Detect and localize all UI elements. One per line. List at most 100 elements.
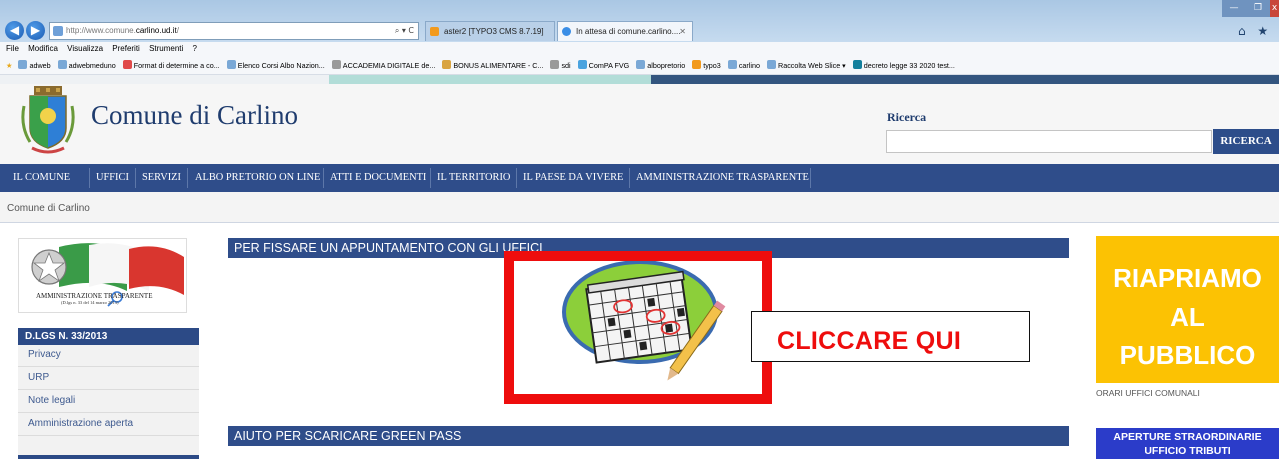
typo3-icon [692,60,702,69]
favorite-link[interactable]: Format di determine a co... [122,56,220,74]
banner-blue-line: APERTURE STRAORDINARIE [1113,431,1262,443]
cta-label[interactable]: CLICCARE QUI [777,327,961,356]
address-controls[interactable]: ⌕ ▾ C [395,23,414,39]
appointment-link-frame[interactable] [504,251,772,404]
favorite-link[interactable]: adwebmeduno [57,56,116,74]
sidebar-item-amministrazione-aperta[interactable]: Amministrazione aperta [18,414,199,436]
nav-separator [516,168,517,188]
banner-line: RIAPRIAMO [1113,263,1262,293]
maximize-button[interactable]: ❐ [1246,0,1270,17]
progress-segment [329,75,651,84]
page-icon [331,60,341,69]
search-button[interactable]: RICERCA [1213,129,1279,154]
bing-icon [852,60,862,69]
sidebar-item-note-legali[interactable]: Note legali [18,391,199,413]
favorite-link[interactable]: typo3 [692,56,721,74]
page-icon [57,60,67,69]
tab-typo3[interactable]: aster2 [TYPO3 CMS 8.7.19] [425,21,555,41]
page-icon [122,60,132,69]
section-green-pass-title: AIUTO PER SCARICARE GREEN PASS [228,426,1069,446]
tab-carlino[interactable]: In attesa di comune.carlino.... ✕ [557,21,693,41]
menu-help[interactable]: ? [193,44,197,53]
page-icon [550,60,560,69]
nav-il-territorio[interactable]: IL TERRITORIO [437,164,510,192]
banner-line: PUBBLICO [1119,340,1256,370]
typo3-icon [430,27,439,36]
nav-separator [430,168,431,188]
nav-separator [187,168,188,188]
ie-icon [636,60,646,69]
menu-strumenti[interactable]: Strumenti [149,44,183,53]
nav-separator [810,168,811,188]
favorite-link[interactable]: BONUS ALIMENTARE - C... [442,56,543,74]
progress-segment [651,75,1279,84]
nav-separator [135,168,136,188]
sidebar-item-privacy[interactable]: Privacy [18,345,199,367]
favorite-link[interactable]: Elenco Corsi Albo Nazion... [226,56,325,74]
nav-separator [89,168,90,188]
favorites-star-icon[interactable]: ★ [6,61,12,70]
favorite-link[interactable]: ACCADEMIA DIGITALE de... [331,56,435,74]
menu-preferiti[interactable]: Preferiti [112,44,140,53]
favorite-link[interactable]: ComPA FVG [577,56,629,74]
address-bar[interactable]: http://www.comune.carlino.ud.it/ ⌕ ▾ C [49,22,419,40]
sidebar-links: Privacy URP Note legali Amministrazione … [18,345,199,459]
nav-servizi[interactable]: SERVIZI [142,164,181,192]
menu-file[interactable]: File [6,44,19,53]
site-title[interactable]: Comune di Carlino [91,100,298,131]
page-icon [18,60,28,69]
web-slice-icon [767,60,776,69]
nav-separator [629,168,630,188]
tab-label: aster2 [TYPO3 CMS 8.7.19] [444,27,544,36]
favorite-link[interactable]: sdi [550,56,571,74]
favorite-link[interactable]: albopretorio [636,56,685,74]
ie-page-icon [53,26,63,36]
aperture-straordinarie-banner[interactable]: APERTURE STRAORDINARIE UFFICIO TRIBUTI [1096,428,1279,459]
page-icon [577,60,587,69]
search-input[interactable] [886,130,1212,153]
menu-visualizza[interactable]: Visualizza [67,44,103,53]
ie-icon [727,60,737,69]
back-button[interactable]: ◀ [5,21,24,40]
minimize-button[interactable]: — [1222,0,1246,17]
page-loading-progress [0,75,1279,84]
nav-uffici[interactable]: UFFICI [96,164,129,192]
at-logo-subtext: (D.lgs n. 33 del 14 marzo 2013) [61,300,119,305]
favorite-link[interactable]: adweb [18,56,51,74]
nav-albo-pretorio[interactable]: ALBO PRETORIO ON LINE [195,164,320,192]
nav-il-comune[interactable]: IL COMUNE [13,164,70,192]
nav-amministrazione-trasparente[interactable]: AMMINISTRAZIONE TRASPARENTE [636,164,809,192]
orari-uffici-link[interactable]: ORARI UFFICI COMUNALI [1096,388,1200,398]
favorite-link[interactable]: carlino [727,56,760,74]
banner-blue-line: UFFICIO TRIBUTI [1144,445,1231,457]
arrow-left-icon: ◀ [9,23,20,37]
search-label: Ricerca [887,110,927,124]
close-window-button[interactable]: x [1270,0,1279,17]
coat-of-arms-icon[interactable] [20,86,76,156]
favorites-bar: ★ adweb adwebmeduno Format di determine … [0,56,1279,75]
address-prefix: http://www.comune. [66,26,136,35]
arrow-right-icon: ▶ [30,23,41,37]
favorite-link[interactable]: decreto legge 33 2020 test... [852,56,955,74]
dlgs-section-title: D.LGS N. 33/2013 [18,328,199,345]
nav-paese-da-vivere[interactable]: IL PAESE DA VIVERE [523,164,623,192]
at-logo-text: AMMINISTRAZIONE TRASPARENTE [36,292,153,300]
nav-atti-documenti[interactable]: ATTI E DOCUMENTI [330,164,426,192]
nav-separator [323,168,324,188]
breadcrumb[interactable]: Comune di Carlino [0,192,1279,223]
close-tab-icon[interactable]: ✕ [679,22,686,41]
forward-button[interactable]: ▶ [26,21,45,40]
menu-bar: File Modifica Visualizza Preferiti Strum… [0,42,1279,56]
main-navigation: IL COMUNE UFFICI SERVIZI ALBO PRETORIO O… [0,164,1279,192]
sidebar-bottom-bar [18,455,199,459]
favorite-link[interactable]: Raccolta Web Slice ▾ [767,56,846,74]
sidebar-item-urp[interactable]: URP [18,368,199,390]
home-favorites-icons[interactable]: ⌂ ★ [1238,24,1272,38]
address-domain: carlino.ud.it [135,26,177,35]
banner-line: AL [1170,302,1205,332]
ie-icon [562,27,571,36]
ie-icon [226,60,236,69]
menu-modifica[interactable]: Modifica [28,44,58,53]
page-icon [442,60,452,69]
tab-label: In attesa di comune.carlino.... [576,27,681,36]
